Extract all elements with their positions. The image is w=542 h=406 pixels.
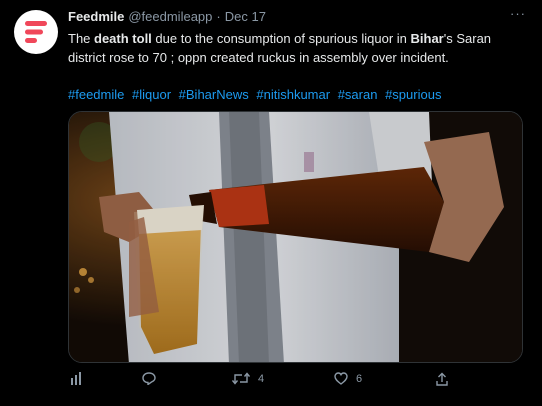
retweet-button[interactable]: 4 — [232, 372, 264, 385]
author-name[interactable]: Feedmile — [68, 8, 124, 26]
hashtag-nitishkumar[interactable]: #nitishkumar — [256, 87, 330, 102]
heart-icon — [334, 372, 348, 385]
feedmile-logo-icon — [25, 21, 47, 43]
view-analytics-button[interactable] — [71, 372, 83, 385]
share-button[interactable] — [436, 372, 448, 386]
retweet-icon — [232, 372, 250, 385]
bold-bihar: Bihar — [410, 31, 444, 46]
hashtag-feedmile[interactable]: #feedmile — [68, 87, 124, 102]
share-icon — [436, 372, 448, 386]
like-count: 6 — [356, 372, 363, 385]
author-handle[interactable]: @feedmileapp — [128, 8, 212, 26]
bar-chart-icon — [71, 372, 81, 385]
tweet-text: The death toll due to the consumption of… — [68, 31, 492, 65]
separator: · — [216, 9, 221, 24]
hashtag-saran[interactable]: #saran — [338, 87, 378, 102]
photo-liquor-pour — [69, 112, 522, 362]
more-options-icon[interactable]: ··· — [510, 6, 526, 21]
hashtag-liquor[interactable]: #liquor — [132, 87, 171, 102]
like-button[interactable]: 6 — [334, 372, 362, 385]
tweet-photo[interactable] — [68, 111, 523, 363]
tweet-date[interactable]: Dec 17 — [225, 8, 266, 26]
bold-death-toll: death toll — [94, 31, 152, 46]
tweet-header: Feedmile @feedmileapp · Dec 17 — [68, 8, 524, 26]
retweet-count: 4 — [258, 372, 265, 385]
reply-button[interactable] — [142, 372, 156, 385]
tweet[interactable]: Feedmile @feedmileapp · Dec 17 The death… — [0, 0, 542, 406]
reply-bubble-icon — [142, 372, 156, 385]
hashtag-list: #feedmile #liquor #BiharNews #nitishkuma… — [68, 86, 524, 103]
hashtag-biharnews[interactable]: #BiharNews — [179, 87, 249, 102]
avatar[interactable] — [14, 10, 58, 54]
hashtag-spurious[interactable]: #spurious — [385, 87, 441, 102]
tweet-actions: 4 6 — [68, 372, 488, 392]
